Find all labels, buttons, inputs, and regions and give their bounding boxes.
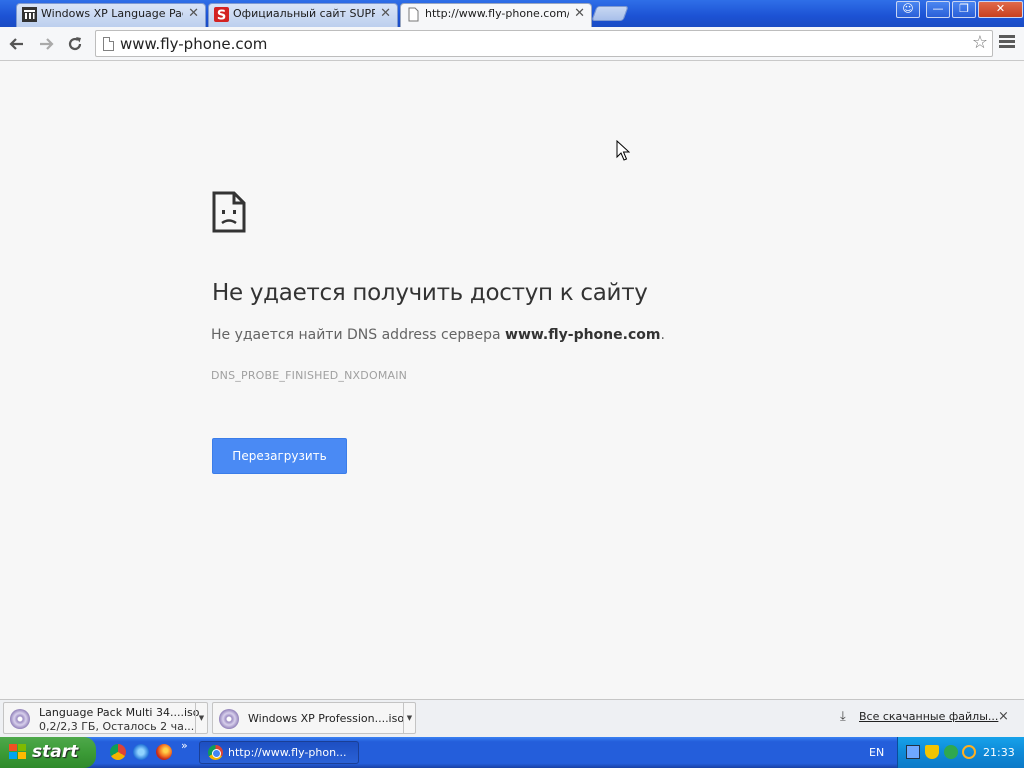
search-icon[interactable] — [962, 745, 976, 759]
download-filename: Windows XP Profession....iso — [248, 712, 405, 725]
disc-image-icon — [219, 709, 239, 729]
download-filename: Language Pack Multi 34....iso — [39, 706, 200, 719]
tab-supra[interactable]: S Официальный сайт SUPRA ✕ — [208, 3, 398, 27]
title-bar: Windows XP Language Pack ✕ S Официальный… — [0, 0, 1024, 28]
ie-quicklaunch-icon[interactable] — [133, 744, 149, 760]
mouse-cursor-icon — [616, 140, 630, 161]
security-shield-icon[interactable] — [925, 745, 939, 759]
page-icon — [408, 7, 419, 22]
taskbar-button-chrome[interactable]: http://www.fly-phon... — [199, 741, 359, 764]
download-menu-chevron-icon[interactable]: ▼ — [195, 703, 207, 733]
library-icon — [22, 7, 37, 22]
download-shelf: Language Pack Multi 34....iso 0,2/2,3 ГБ… — [0, 699, 1024, 737]
error-hostname: www.fly-phone.com — [505, 327, 661, 343]
tab-close-icon[interactable]: ✕ — [188, 4, 199, 24]
new-tab-button[interactable] — [591, 6, 629, 21]
profile-icon[interactable]: ☺ — [896, 1, 920, 18]
error-page: Не удается получить доступ к сайту Не уд… — [0, 61, 1024, 699]
download-status: 0,2/2,3 ГБ, Осталось 2 ча... — [39, 720, 195, 733]
download-item-windows-xp[interactable]: Windows XP Profession....iso ▼ — [212, 702, 416, 734]
sad-page-icon — [212, 191, 246, 233]
svg-text:S: S — [217, 9, 226, 23]
tab-close-icon[interactable]: ✕ — [380, 4, 391, 24]
taskbar: start » http://www.fly-phon... EN 21:33 — [0, 737, 1024, 768]
reload-button[interactable] — [64, 33, 86, 55]
minimize-button[interactable]: — — [926, 1, 950, 18]
tab-label: http://www.fly-phone.com/ — [425, 7, 569, 20]
address-bar[interactable]: www.fly-phone.com ☆ — [95, 30, 993, 57]
close-shelf-icon[interactable]: × — [998, 709, 1009, 724]
supra-s-icon: S — [214, 7, 229, 22]
download-item-language-pack[interactable]: Language Pack Multi 34....iso 0,2/2,3 ГБ… — [3, 702, 208, 734]
tab-fly-phone[interactable]: http://www.fly-phone.com/ ✕ — [400, 3, 592, 28]
tab-label: Windows XP Language Pack — [41, 7, 183, 20]
forward-arrow-icon — [40, 38, 54, 50]
back-arrow-icon — [9, 38, 23, 50]
back-button[interactable] — [6, 33, 28, 55]
chrome-icon — [208, 745, 223, 760]
error-code: DNS_PROBE_FINISHED_NXDOMAIN — [211, 369, 408, 382]
system-tray: 21:33 — [897, 737, 1024, 768]
error-description-suffix: . — [660, 327, 665, 343]
url-text[interactable]: www.fly-phone.com — [120, 35, 267, 53]
disc-image-icon — [10, 709, 30, 729]
tab-close-icon[interactable]: ✕ — [574, 4, 585, 24]
close-button[interactable]: ✕ — [978, 1, 1023, 18]
error-description: Не удается найти DNS address сервера www… — [211, 327, 665, 343]
tab-windows-xp-language-pack[interactable]: Windows XP Language Pack ✕ — [16, 3, 206, 27]
menu-hamburger-icon[interactable] — [999, 35, 1015, 51]
forward-button[interactable] — [35, 33, 57, 55]
error-description-text: Не удается найти DNS address сервера — [211, 327, 506, 343]
reload-page-button[interactable]: Перезагрузить — [212, 438, 347, 474]
restore-button[interactable]: ❐ — [952, 1, 976, 18]
update-icon[interactable] — [944, 745, 958, 759]
start-button[interactable]: start — [0, 737, 96, 768]
start-label: start — [32, 742, 79, 762]
windows-flag-icon — [9, 744, 27, 761]
clock: 21:33 — [983, 746, 1015, 759]
tab-label: Официальный сайт SUPRA — [233, 7, 375, 20]
chrome-quicklaunch-icon[interactable] — [110, 744, 126, 760]
all-downloads-link[interactable]: Все скачанные файлы... — [859, 710, 998, 723]
browser-toolbar: www.fly-phone.com ☆ — [0, 27, 1024, 61]
firefox-quicklaunch-icon[interactable] — [156, 744, 172, 760]
network-icon[interactable] — [906, 745, 920, 759]
taskbar-button-label: http://www.fly-phon... — [228, 746, 347, 759]
download-menu-chevron-icon[interactable]: ▼ — [403, 703, 415, 733]
bookmark-star-icon[interactable]: ☆ — [972, 32, 988, 53]
download-arrow-icon: ⤓ — [840, 709, 846, 724]
error-title: Не удается получить доступ к сайту — [212, 280, 648, 306]
reload-icon — [68, 37, 82, 51]
page-icon — [103, 37, 114, 51]
quicklaunch-more-icon[interactable]: » — [181, 739, 188, 752]
language-indicator[interactable]: EN — [869, 746, 884, 759]
